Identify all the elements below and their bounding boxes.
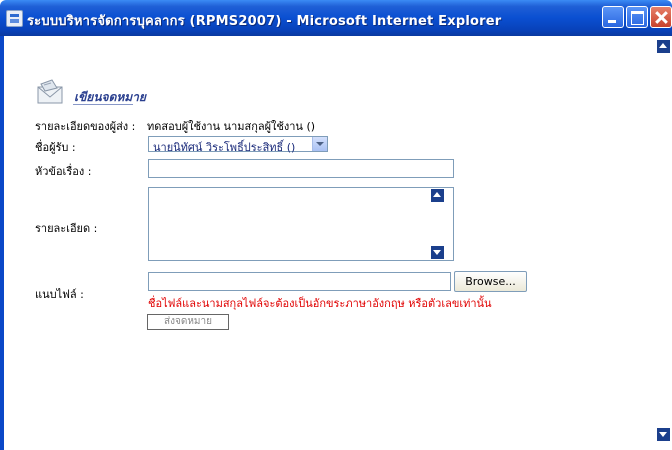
chevron-down-icon[interactable] xyxy=(312,137,327,151)
detail-textarea[interactable] xyxy=(148,187,454,261)
window-frame-left xyxy=(0,36,4,450)
sender-value: ทดสอบผู้ใช้งาน นามสกุลผู้ใช้งาน () xyxy=(147,120,316,133)
page-scroll-down-icon[interactable] xyxy=(657,428,670,441)
textarea-scroll-up-icon[interactable] xyxy=(431,189,444,202)
heading-underline xyxy=(73,104,133,105)
minimize-button[interactable] xyxy=(602,6,624,28)
recipient-select[interactable]: นายนิทัศน์ วิระโพธิ์ประสิทธิ์ () xyxy=(148,136,328,154)
page-scroll-up-icon[interactable] xyxy=(657,40,670,53)
browse-button[interactable]: Browse... xyxy=(454,271,527,292)
subject-input[interactable] xyxy=(148,159,454,178)
ie-page-icon xyxy=(6,10,23,27)
send-mail-button[interactable]: ส่งจดหมาย xyxy=(147,314,229,330)
sender-label: รายละเอียดของผู้ส่ง : xyxy=(35,120,136,133)
attachment-path-input[interactable] xyxy=(148,272,451,291)
subject-label: หัวข้อเรื่อง : xyxy=(35,165,92,178)
recipient-selected-value: นายนิทัศน์ วิระโพธิ์ประสิทธิ์ () xyxy=(153,141,296,154)
textarea-scroll-down-icon[interactable] xyxy=(431,246,444,259)
window-title: ระบบบริหารจัดการบุคลากร (RPMS2007) - Mic… xyxy=(27,14,502,29)
attachment-note: ชื่อไฟล์และนามสกุลไฟล์จะต้องเป็นอักขระภา… xyxy=(148,297,492,310)
close-button[interactable] xyxy=(650,6,672,28)
window-titlebar: ระบบบริหารจัดการบุคลากร (RPMS2007) - Mic… xyxy=(0,0,672,36)
recipient-label: ชื่อผู้รับ : xyxy=(35,141,76,154)
maximize-button[interactable] xyxy=(626,6,648,28)
envelope-icon xyxy=(37,79,63,104)
attachment-label: แนบไฟล์ : xyxy=(35,288,84,301)
detail-label: รายละเอียด : xyxy=(35,222,98,235)
